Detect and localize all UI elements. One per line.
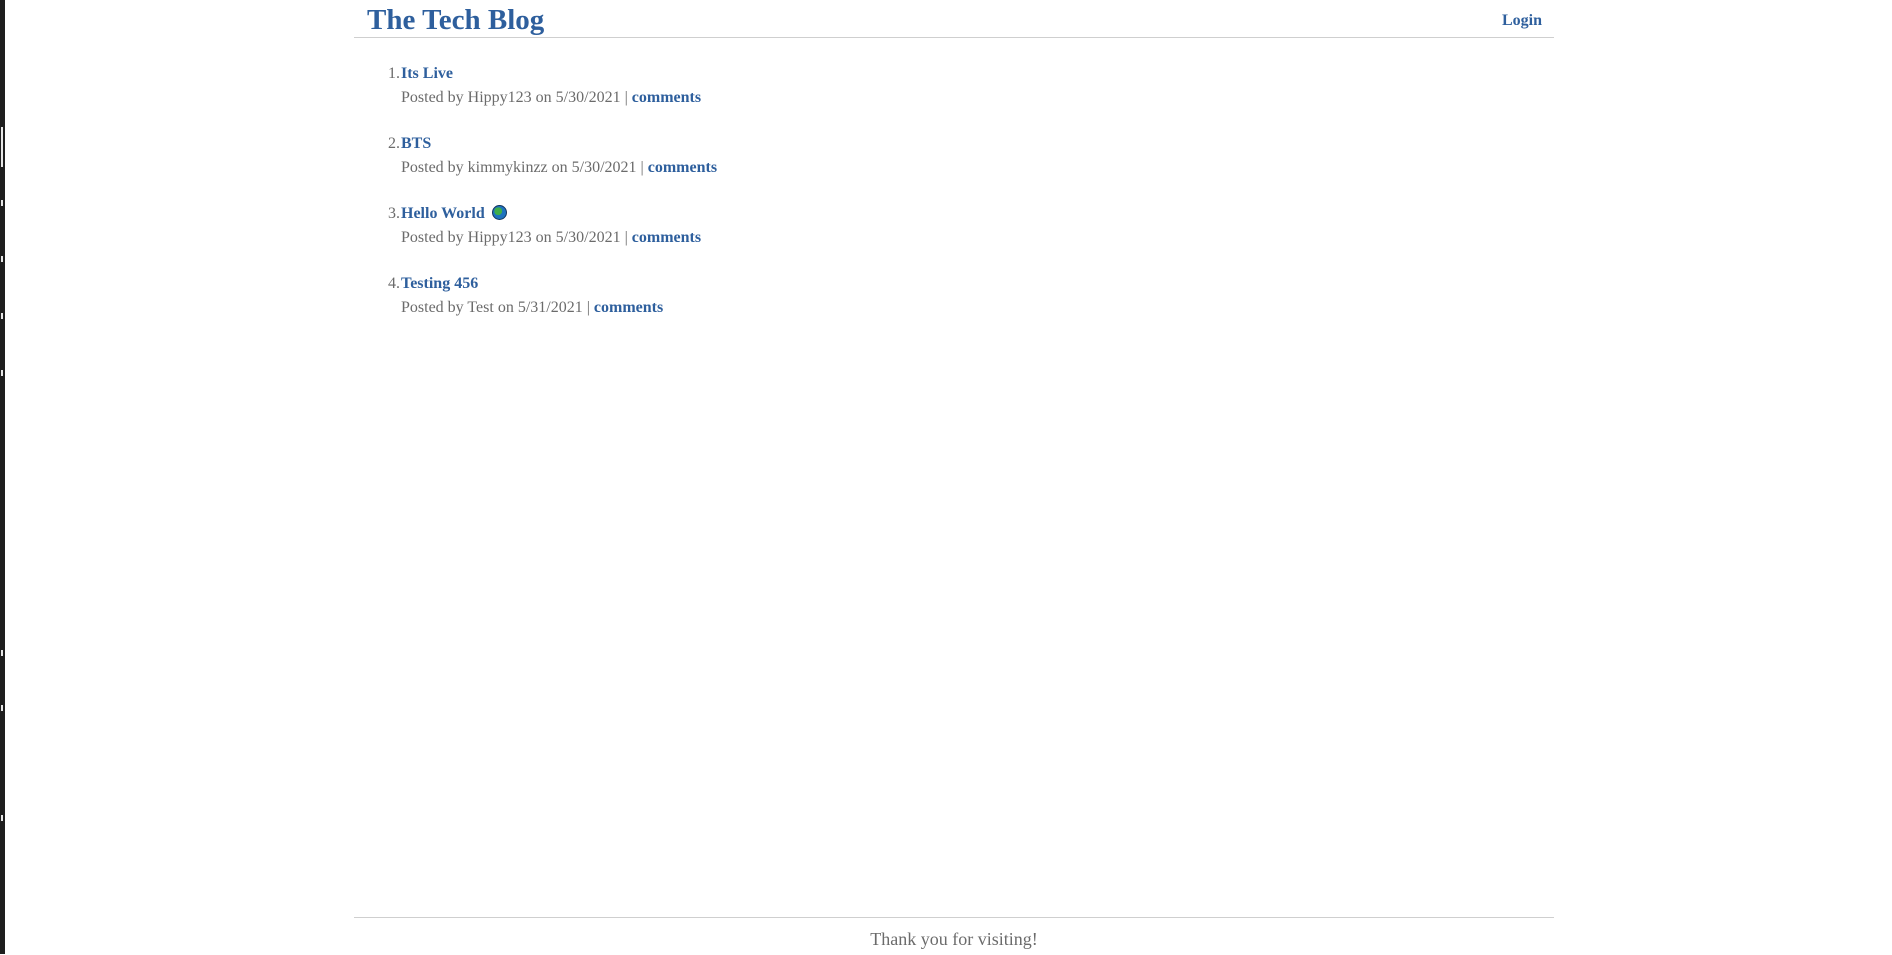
post-author: Test: [467, 299, 494, 316]
edge-mark: [1, 127, 3, 167]
edge-mark: [1, 705, 3, 711]
edge-mark: [1, 200, 3, 206]
post-number: 1.: [388, 65, 400, 82]
meta-separator: |: [586, 299, 590, 316]
comments-link[interactable]: comments: [594, 299, 663, 316]
post-author: kimmykinzz: [467, 159, 548, 176]
posted-by-label: Posted by: [401, 299, 464, 316]
post-title-link[interactable]: Hello World: [401, 202, 507, 226]
meta-separator: |: [624, 89, 628, 106]
on-label: on: [497, 299, 514, 316]
on-label: on: [535, 89, 552, 106]
meta-separator: |: [640, 159, 644, 176]
page-container: The Tech Blog Login 1. Its Live Posted b…: [354, 0, 1554, 954]
site-header: The Tech Blog Login: [354, 0, 1554, 38]
login-link[interactable]: Login: [1502, 11, 1542, 31]
on-label: on: [535, 229, 552, 246]
post-author: Hippy123: [467, 89, 532, 106]
globe-icon: [491, 205, 507, 220]
post-title-link[interactable]: BTS: [401, 132, 431, 156]
post-meta: Posted by kimmykinzz on 5/30/2021 | comm…: [401, 156, 717, 180]
edge-mark: [1, 370, 3, 376]
edge-mark: [1, 650, 3, 656]
post-title-text: Its Live: [401, 65, 453, 82]
post-number: 4.: [388, 275, 400, 292]
post-date: 5/30/2021: [555, 229, 621, 246]
comments-link[interactable]: comments: [648, 159, 717, 176]
post-title-text: Hello World: [401, 205, 485, 222]
edge-mark: [1, 313, 3, 319]
post-title-text: BTS: [401, 135, 432, 152]
footer-message: Thank you for visiting!: [870, 929, 1038, 949]
post-title-link[interactable]: Its Live: [401, 62, 453, 86]
post-meta: Posted by Hippy123 on 5/30/2021 | commen…: [401, 226, 701, 250]
on-label: on: [551, 159, 568, 176]
meta-separator: |: [624, 229, 628, 246]
posted-by-label: Posted by: [401, 89, 464, 106]
posted-by-label: Posted by: [401, 159, 464, 176]
edge-mark: [1, 815, 3, 821]
edge-mark: [1, 256, 3, 262]
comments-link[interactable]: comments: [632, 89, 701, 106]
post-meta: Posted by Hippy123 on 5/30/2021 | commen…: [401, 86, 701, 110]
post-number: 3.: [388, 205, 400, 222]
post-number: 2.: [388, 135, 400, 152]
window-left-edge: [0, 0, 5, 954]
post-title-link[interactable]: Testing 456: [401, 272, 478, 296]
post-date: 5/30/2021: [571, 159, 637, 176]
post-date: 5/30/2021: [555, 89, 621, 106]
comments-link[interactable]: comments: [632, 229, 701, 246]
post-meta: Posted by Test on 5/31/2021 | comments: [401, 296, 663, 320]
post-title-text: Testing 456: [401, 275, 479, 292]
post-date: 5/31/2021: [517, 299, 583, 316]
site-title-link[interactable]: The Tech Blog: [367, 2, 544, 38]
post-author: Hippy123: [467, 229, 532, 246]
site-footer: Thank you for visiting!: [354, 917, 1554, 955]
posted-by-label: Posted by: [401, 229, 464, 246]
